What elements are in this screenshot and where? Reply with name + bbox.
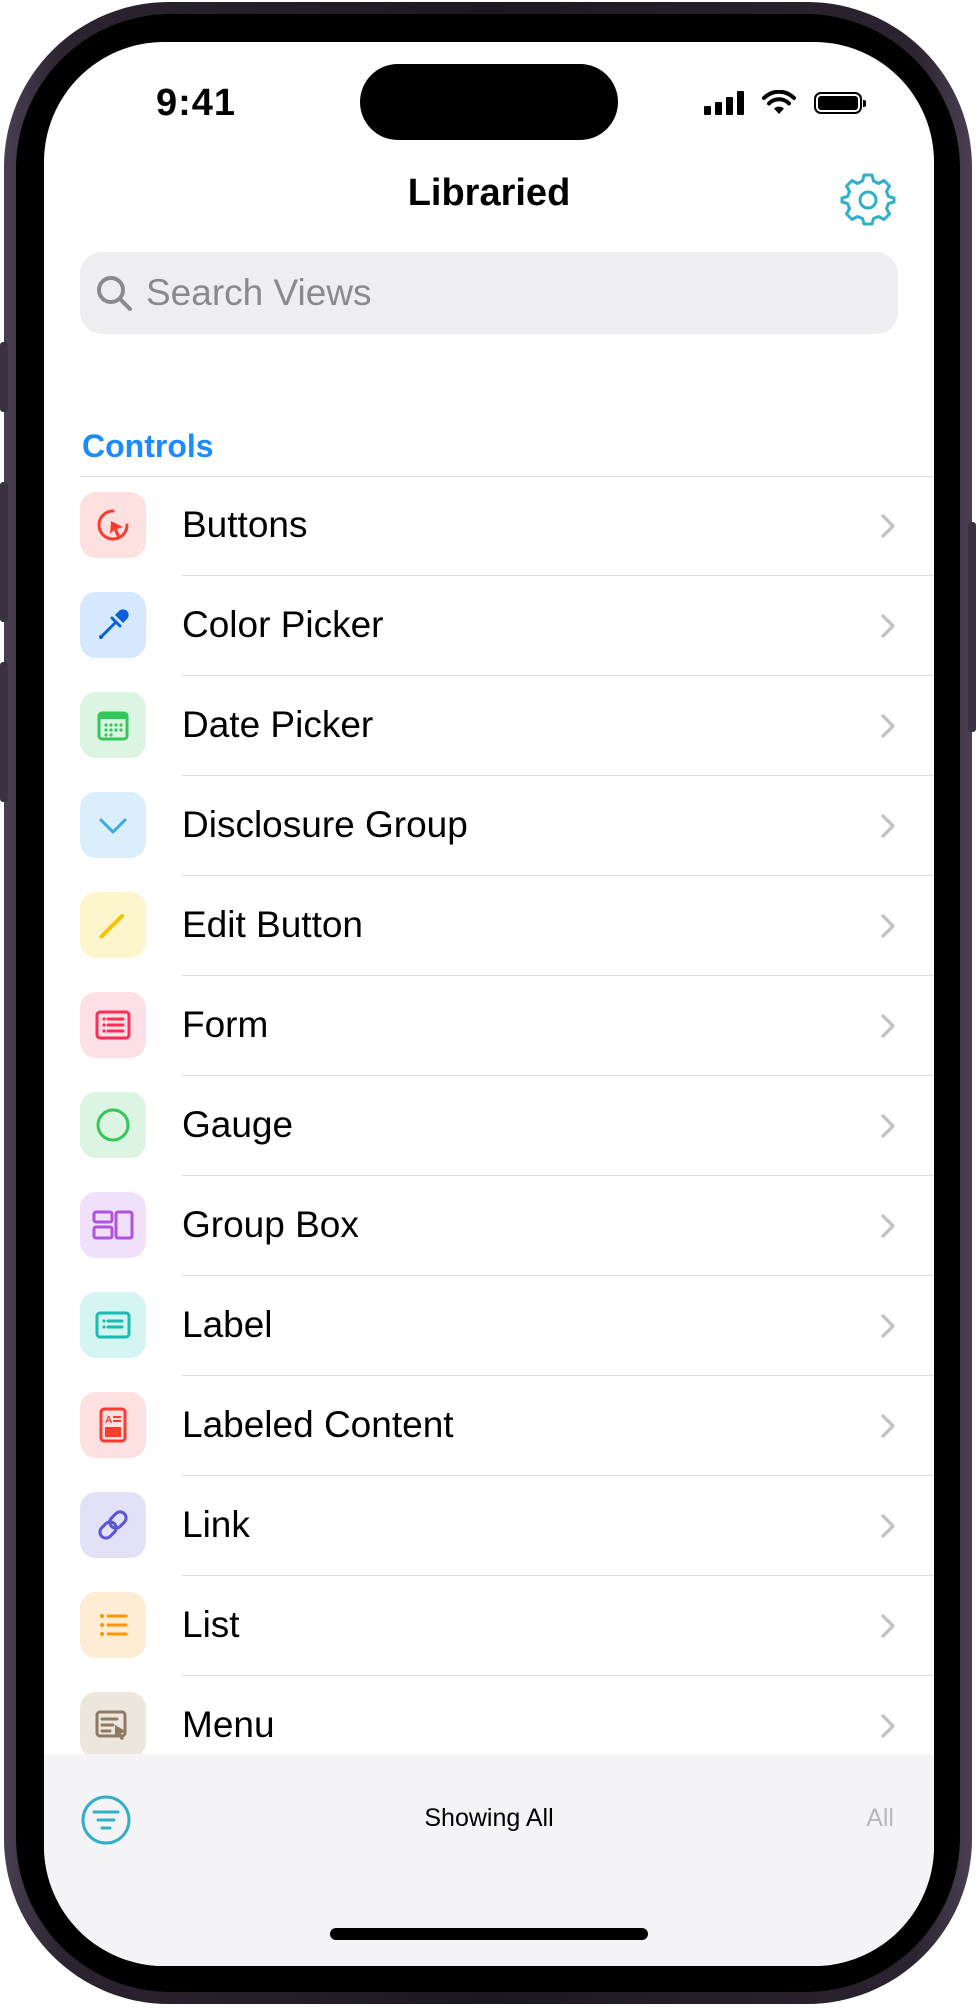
home-indicator [330, 1928, 648, 1940]
power-button [968, 522, 976, 732]
svg-text:A: A [105, 1415, 112, 1426]
cellular-signal-icon [704, 91, 744, 115]
list-item-label: Group Box [182, 1204, 359, 1245]
eyedropper-icon [80, 592, 146, 658]
chevron-right-icon [881, 1414, 895, 1438]
list-item-label: Edit Button [182, 904, 364, 945]
list-item-label: List [182, 1604, 240, 1645]
list-item-gauge[interactable]: Gauge [44, 1076, 934, 1176]
form-icon [80, 992, 146, 1058]
volume-up-button [0, 482, 8, 622]
list-item-date-picker[interactable]: Date Picker [44, 676, 934, 776]
list-item-buttons[interactable]: Buttons [44, 476, 934, 576]
list-item-label: Gauge [182, 1104, 294, 1145]
list-item-label: Labeled Content [182, 1404, 454, 1445]
chevron-right-icon [881, 1114, 895, 1138]
calendar-icon [80, 692, 146, 758]
list-item-label: Disclosure Group [182, 804, 468, 845]
filter-status-text: Showing All [424, 1804, 554, 1832]
page-title: Libraried [407, 172, 571, 214]
group-box-icon [80, 1192, 146, 1258]
link-icon [80, 1492, 146, 1558]
list-item-label: Date Picker [182, 704, 374, 745]
list-item-color-picker[interactable]: Color Picker [44, 576, 934, 676]
list-item-group-box[interactable]: Group Box [44, 1176, 934, 1276]
chevron-right-icon [881, 914, 895, 938]
chevron-right-icon [881, 814, 895, 838]
list-item-labeled-content[interactable]: A Labeled Content [44, 1376, 934, 1476]
chevron-right-icon [881, 614, 895, 638]
chevron-right-icon [881, 1014, 895, 1038]
chevron-right-icon [881, 714, 895, 738]
status-icons [704, 90, 866, 116]
chevron-down-icon [80, 792, 146, 858]
action-button [0, 342, 8, 412]
list-item-label[interactable]: Label [44, 1276, 934, 1376]
list-item-edit-button[interactable]: Edit Button [44, 876, 934, 976]
search-input[interactable] [144, 271, 848, 315]
all-button[interactable]: All [866, 1804, 894, 1833]
pencil-icon [80, 892, 146, 958]
labeled-content-icon: A [80, 1392, 146, 1458]
list-item-form[interactable]: Form [44, 976, 934, 1076]
status-time: 9:41 [156, 82, 237, 124]
chevron-right-icon [881, 1214, 895, 1238]
circle-icon [80, 1092, 146, 1158]
chevron-right-icon [881, 1614, 895, 1638]
section-header-controls: Controls [82, 428, 214, 464]
chevron-right-icon [881, 1314, 895, 1338]
settings-gear-icon[interactable] [840, 172, 896, 228]
list-item-label: Link [182, 1504, 250, 1545]
search-bar[interactable] [80, 252, 898, 334]
list-bullet-icon [80, 1592, 146, 1658]
dynamic-island [360, 64, 618, 140]
chevron-right-icon [881, 514, 895, 538]
list-item-disclosure-group[interactable]: Disclosure Group [44, 776, 934, 876]
list-item-label: Buttons [182, 504, 308, 545]
cursor-click-icon [80, 492, 146, 558]
list-item-label: Form [182, 1004, 269, 1045]
bottom-toolbar: Showing All All [44, 1754, 934, 1966]
battery-icon [814, 92, 866, 114]
list-item-list[interactable]: List [44, 1576, 934, 1676]
list-item-label: Color Picker [182, 604, 384, 645]
wifi-icon [762, 90, 796, 114]
menu-pointer-icon [80, 1692, 146, 1758]
list-item-label: Label [182, 1304, 273, 1345]
chevron-right-icon [881, 1514, 895, 1538]
screen: 9:41 Libraried Controls Buttons Color Pic… [44, 42, 934, 1966]
label-card-icon [80, 1292, 146, 1358]
list-item-link[interactable]: Link [44, 1476, 934, 1576]
chevron-right-icon [881, 1714, 895, 1738]
volume-down-button [0, 662, 8, 802]
controls-list: Buttons Color Picker Date Picker Disclosure… [44, 476, 934, 1776]
list-item-label: Menu [182, 1704, 275, 1745]
search-icon [97, 276, 132, 311]
